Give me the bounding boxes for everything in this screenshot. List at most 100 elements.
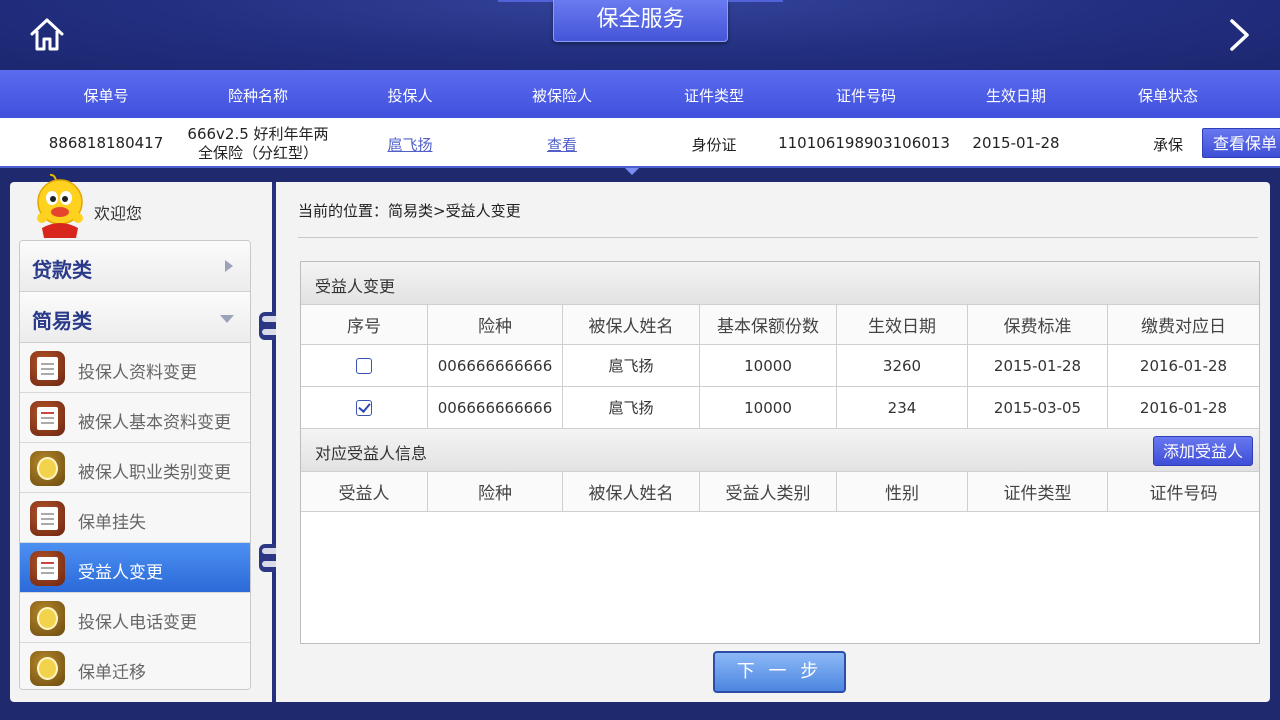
cell-premium: 2015-01-28 <box>968 345 1108 386</box>
th-due-date: 缴费对应日 <box>1141 317 1226 337</box>
notepad-icon <box>30 351 65 386</box>
id-number: 110106198903106013 <box>778 134 950 152</box>
th-id-number: 证件号码 <box>1149 484 1218 504</box>
th-beneficiary: 受益人 <box>301 472 428 511</box>
col-policy-no: 保单号 <box>83 87 129 105</box>
th-id-type: 证件类型 <box>968 472 1108 511</box>
category-label: 贷款类 <box>32 258 92 282</box>
home-icon[interactable] <box>28 16 66 54</box>
clock-icon <box>30 651 65 686</box>
col-id-no: 证件号码 <box>835 87 896 105</box>
product-name-line1: 666v2.5 好利年年两 <box>187 125 329 143</box>
welcome-text: 欢迎您 <box>94 204 143 223</box>
sidebar-item-label: 保单挂失 <box>78 513 146 533</box>
table2-header: 受益人 险种 被保人姓名 受益人类别 性别 证件类型 证件号码 <box>301 471 1259 512</box>
sidebar-item-label: 被保人职业类别变更 <box>78 463 231 483</box>
caret-down-icon <box>220 315 234 323</box>
applicant-link[interactable]: 扈飞扬 <box>370 134 450 155</box>
main-panel: 当前的位置：简易类>受益人变更 受益人变更 序号 险种 被保人姓名 基本保额份数… <box>276 182 1270 702</box>
table1-header: 序号 险种 被保人姓名 基本保额份数 生效日期 保费标准 缴费对应日 <box>301 304 1259 345</box>
divider <box>298 237 1258 238</box>
th-product: 险种 <box>428 305 563 344</box>
id-type: 身份证 <box>691 136 737 154</box>
th-effective-date: 生效日期 <box>837 305 968 344</box>
th-insured-name: 被保人姓名 <box>563 305 700 344</box>
table-row: 006666666666 扈飞扬 10000 234 2015-03-05 20… <box>301 387 1259 429</box>
policy-table-header: 保单号 险种名称 投保人 被保险人 证件类型 证件号码 生效日期 保单状态 <box>0 70 1280 118</box>
clock-icon <box>30 601 65 636</box>
product-name: 666v2.5 好利年年两 全保险（分红型） <box>178 125 338 163</box>
row-select-cell <box>301 345 428 386</box>
chevron-right-icon[interactable] <box>1224 16 1254 54</box>
sidebar-item-label: 投保人电话变更 <box>78 613 197 633</box>
top-bar: 保全服务 <box>0 0 1280 70</box>
clock-icon <box>30 451 65 486</box>
sidebar-item-insured-basic-info-change[interactable]: 被保人基本资料变更 <box>20 393 250 443</box>
newspaper-icon <box>30 401 65 436</box>
sidebar-item-label: 投保人资料变更 <box>78 363 197 383</box>
th-product: 险种 <box>428 472 563 511</box>
th-insured-name: 被保人姓名 <box>563 472 700 511</box>
col-applicant: 投保人 <box>387 87 433 105</box>
row-select-cell <box>301 387 428 428</box>
sidebar-item-applicant-info-change[interactable]: 投保人资料变更 <box>20 343 250 393</box>
next-step-button[interactable]: 下 一 步 <box>713 651 846 693</box>
sidebar-item-label: 受益人变更 <box>78 563 163 583</box>
sidebar-menu: 贷款类 简易类 投保人资料变更 被保人基本资料变更 被保人职业类别变更 保单挂失… <box>19 240 251 690</box>
section-title-beneficiary-change: 受益人变更 <box>301 262 1259 304</box>
sidebar-category-loan[interactable]: 贷款类 <box>20 241 250 292</box>
col-id-type: 证件类型 <box>683 87 744 105</box>
cell-product: 006666666666 <box>428 345 563 386</box>
add-beneficiary-button[interactable]: 添加受益人 <box>1153 436 1253 466</box>
sidebar-item-label: 保单迁移 <box>78 663 146 683</box>
notepad-icon <box>30 501 65 536</box>
policy-status: 承保 <box>1152 136 1183 154</box>
cell-due: 2016-01-28 <box>1139 356 1228 375</box>
sidebar-item-policy-migration[interactable]: 保单迁移 <box>20 643 250 689</box>
view-policy-button[interactable]: 查看保单 <box>1202 128 1280 158</box>
th-gender: 性别 <box>837 472 968 511</box>
cell-insured: 扈飞扬 <box>563 345 700 386</box>
cell-product: 006666666666 <box>428 387 563 428</box>
th-premium: 保费标准 <box>968 305 1108 344</box>
th-index: 序号 <box>301 305 428 344</box>
category-label: 简易类 <box>32 309 92 333</box>
row-checkbox[interactable] <box>356 357 372 374</box>
sidebar-item-label: 被保人基本资料变更 <box>78 413 231 433</box>
col-effective-date: 生效日期 <box>985 87 1046 105</box>
mascot-logo <box>37 173 83 238</box>
cell-units: 10000 <box>700 387 837 428</box>
col-status: 保单状态 <box>1137 87 1198 105</box>
caret-right-icon <box>225 260 233 272</box>
cell-premium: 2015-03-05 <box>968 387 1108 428</box>
sidebar: 欢迎您 贷款类 简易类 投保人资料变更 被保人基本资料变更 被保人职业类别变更 … <box>10 173 272 702</box>
sidebar-item-phone-change[interactable]: 投保人电话变更 <box>20 593 250 643</box>
title-line-right <box>728 0 783 2</box>
policy-no: 886818180417 <box>48 134 164 152</box>
sidebar-category-simple[interactable]: 简易类 <box>20 292 250 343</box>
insured-view-link[interactable]: 查看 <box>522 134 602 155</box>
cell-effective: 3260 <box>837 345 968 386</box>
sidebar-item-beneficiary-change[interactable]: 受益人变更 <box>20 543 250 593</box>
th-beneficiary-type: 受益人类别 <box>700 472 837 511</box>
beneficiary-panel: 受益人变更 序号 险种 被保人姓名 基本保额份数 生效日期 保费标准 缴费对应日… <box>300 261 1260 644</box>
breadcrumb: 当前的位置：简易类>受益人变更 <box>298 202 521 220</box>
cell-due: 2016-01-28 <box>1139 398 1228 417</box>
cell-units: 10000 <box>700 345 837 386</box>
policy-row: 886818180417 666v2.5 好利年年两 全保险（分红型） 扈飞扬 … <box>0 118 1280 168</box>
effective-date: 2015-01-28 <box>972 134 1060 152</box>
page-title: 保全服务 <box>553 0 728 42</box>
title-line-left <box>498 0 553 2</box>
table-row: 006666666666 扈飞扬 10000 3260 2015-01-28 2… <box>301 345 1259 387</box>
col-insured: 被保险人 <box>531 87 592 105</box>
cell-effective: 234 <box>837 387 968 428</box>
sidebar-item-occupation-change[interactable]: 被保人职业类别变更 <box>20 443 250 493</box>
th-units: 基本保额份数 <box>700 305 837 344</box>
newspaper-icon <box>30 551 65 586</box>
collapse-arrow-icon[interactable] <box>625 168 639 175</box>
section-title-beneficiary-info: 对应受益人信息 <box>301 429 1259 471</box>
sidebar-item-policy-loss-report[interactable]: 保单挂失 <box>20 493 250 543</box>
row-checkbox-checked[interactable] <box>356 399 372 416</box>
col-product: 险种名称 <box>227 87 288 105</box>
bottom-frame <box>0 702 1280 720</box>
